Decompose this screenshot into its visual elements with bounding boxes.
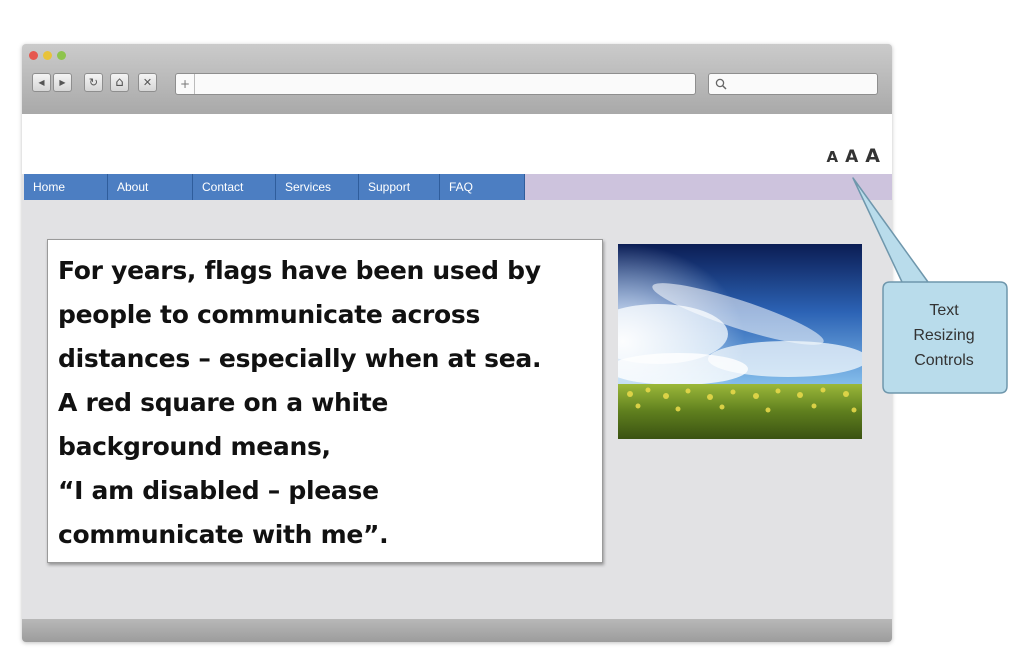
callout-line-2: Resizing: [913, 327, 975, 344]
nav-item-services[interactable]: Services: [276, 174, 359, 200]
callout-line-1: Text: [929, 302, 959, 319]
close-window-button[interactable]: [29, 51, 38, 60]
browser-toolbar: ◀ ▶ ↻ ⌂ ✕ +: [22, 44, 892, 114]
main-paragraph: For years, flags have been used by peopl…: [58, 256, 542, 549]
maximize-window-button[interactable]: [57, 51, 66, 60]
search-input[interactable]: [708, 73, 878, 95]
browser-status-bar: [22, 619, 892, 642]
stop-button[interactable]: ✕: [138, 73, 157, 92]
back-icon: ◀: [38, 78, 45, 87]
address-bar[interactable]: +: [175, 73, 696, 95]
callout-label: Text Resizing Controls: [882, 298, 1006, 373]
home-icon: ⌂: [115, 75, 124, 90]
reload-button[interactable]: ↻: [84, 73, 103, 92]
sky-field-image: [618, 244, 862, 439]
web-page: A A A Home About Contact Services Suppor…: [22, 114, 892, 619]
content-text-box: For years, flags have been used by peopl…: [47, 239, 603, 563]
nav-item-contact[interactable]: Contact: [193, 174, 276, 200]
new-tab-button[interactable]: +: [176, 74, 195, 94]
text-size-medium-button[interactable]: A: [845, 147, 858, 167]
text-size-small-button[interactable]: A: [827, 148, 839, 166]
minimize-window-button[interactable]: [43, 51, 52, 60]
nav-item-home[interactable]: Home: [24, 174, 108, 200]
plus-icon: +: [179, 77, 191, 91]
nav-item-faq[interactable]: FAQ: [440, 174, 525, 200]
page-header: A A A: [22, 114, 892, 174]
nav-item-support[interactable]: Support: [359, 174, 440, 200]
forward-button[interactable]: ▶: [53, 73, 72, 92]
close-icon: ✕: [142, 76, 153, 89]
home-button[interactable]: ⌂: [110, 73, 129, 92]
nav-item-about[interactable]: About: [108, 174, 193, 200]
text-resize-controls: A A A: [827, 145, 881, 167]
browser-window: ◀ ▶ ↻ ⌂ ✕ + A A A Home About Contact Ser…: [22, 44, 892, 642]
callout-line-3: Controls: [914, 352, 974, 369]
text-size-large-button[interactable]: A: [865, 145, 880, 167]
search-icon: [715, 78, 727, 90]
forward-icon: ▶: [59, 78, 66, 87]
reload-icon: ↻: [88, 76, 99, 89]
back-button[interactable]: ◀: [32, 73, 51, 92]
nav-bar: Home About Contact Services Support FAQ: [24, 174, 892, 200]
